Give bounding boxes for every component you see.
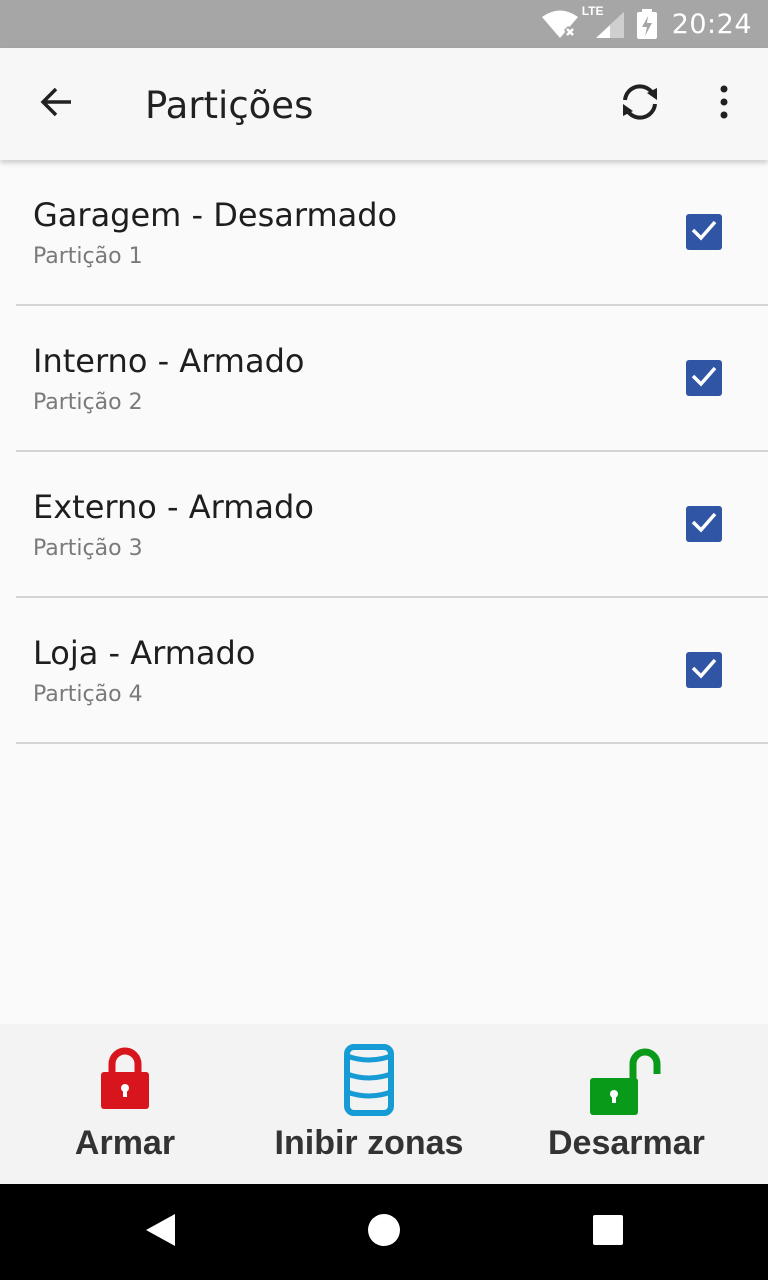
partition-name: Externo - Armado: [33, 488, 314, 526]
partition-checkbox[interactable]: [686, 214, 722, 250]
partition-name: Interno - Armado: [33, 342, 305, 380]
status-bar: LTE 20:24: [0, 0, 768, 48]
checkmark-icon: [690, 510, 718, 539]
inhibit-zones-label: Inibir zonas: [274, 1124, 464, 1162]
checkmark-icon: [690, 364, 718, 393]
lte-signal-icon: LTE: [582, 4, 626, 40]
nav-home-icon: [367, 1213, 401, 1252]
list-item[interactable]: Interno - Armado Partição 2: [0, 306, 768, 452]
partition-subtitle: Partição 4: [33, 682, 143, 707]
nav-recents-button[interactable]: [584, 1208, 632, 1256]
app-bar: Partições: [0, 48, 768, 160]
sync-button[interactable]: [612, 76, 668, 132]
checkmark-icon: [690, 656, 718, 685]
list-item[interactable]: Garagem - Desarmado Partição 1: [0, 160, 768, 306]
arm-label: Armar: [74, 1124, 176, 1162]
more-options-button[interactable]: [696, 76, 752, 132]
more-vert-icon: [718, 84, 730, 125]
partition-name: Garagem - Desarmado: [33, 196, 398, 234]
inhibit-zones-button[interactable]: Inibir zonas: [258, 1024, 480, 1184]
partition-subtitle: Partição 2: [33, 390, 143, 415]
nav-back-icon: [143, 1212, 177, 1253]
network-label: LTE: [581, 4, 604, 18]
page-title: Partições: [145, 84, 314, 127]
nav-home-button[interactable]: [360, 1208, 408, 1256]
arm-button[interactable]: Armar: [45, 1024, 205, 1184]
lock-closed-icon: [100, 1044, 150, 1115]
partition-list: Garagem - Desarmado Partição 1 Interno -…: [0, 160, 768, 744]
divider: [16, 742, 768, 744]
disarm-button[interactable]: Desarmar: [527, 1024, 727, 1184]
nav-back-button[interactable]: [136, 1208, 184, 1256]
zones-cylinder-icon: [344, 1044, 394, 1121]
navigation-bar: [0, 1184, 768, 1280]
battery-charging-icon: [636, 8, 658, 40]
partition-name: Loja - Armado: [33, 634, 256, 672]
arrow-back-icon: [38, 84, 74, 125]
list-item[interactable]: Loja - Armado Partição 4: [0, 598, 768, 744]
disarm-label: Desarmar: [548, 1124, 705, 1162]
back-button[interactable]: [28, 76, 84, 132]
partition-checkbox[interactable]: [686, 506, 722, 542]
wifi-off-icon: [540, 8, 580, 40]
partition-checkbox[interactable]: [686, 360, 722, 396]
clock: 20:24: [671, 8, 752, 40]
action-bar: Armar Inibir zonas Desarmar: [0, 1024, 768, 1184]
checkmark-icon: [690, 218, 718, 247]
list-item[interactable]: Externo - Armado Partição 3: [0, 452, 768, 598]
nav-recents-icon: [592, 1214, 624, 1251]
partition-subtitle: Partição 1: [33, 244, 143, 269]
lock-open-icon: [587, 1044, 663, 1121]
partition-checkbox[interactable]: [686, 652, 722, 688]
sync-icon: [617, 82, 663, 127]
partition-subtitle: Partição 3: [33, 536, 143, 561]
